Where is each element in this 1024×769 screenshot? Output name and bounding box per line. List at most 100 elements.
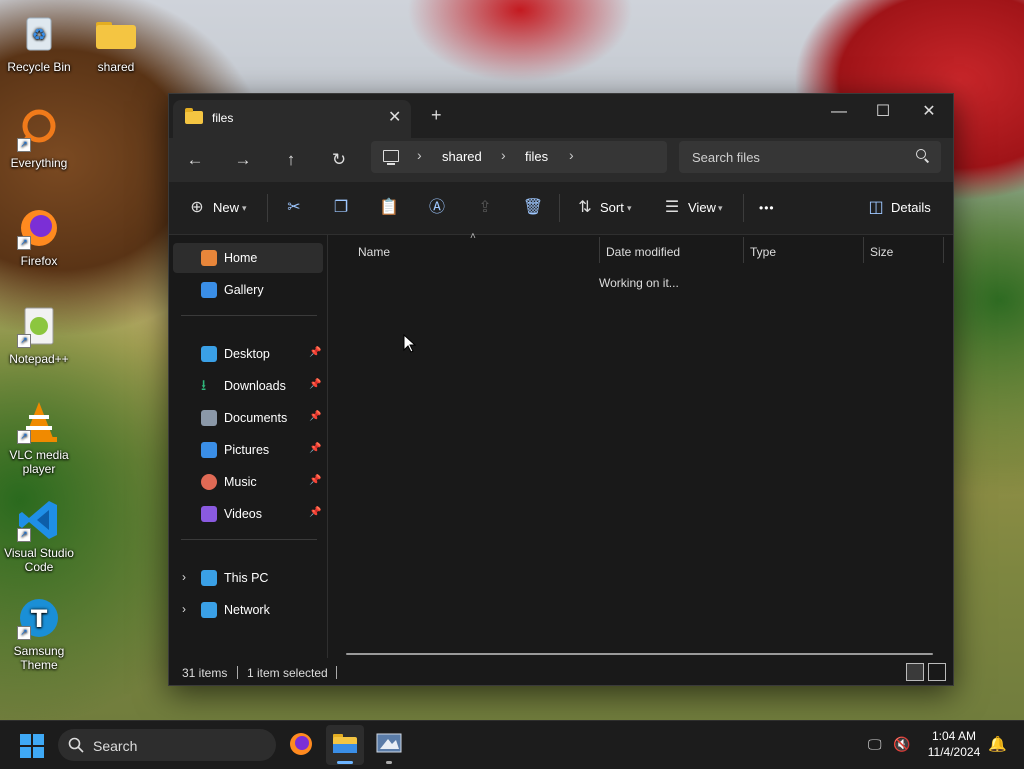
desktop-icon-shared[interactable]: shared	[78, 12, 154, 74]
back-button[interactable]: ←	[181, 146, 209, 174]
tab-close-button[interactable]: ✕	[388, 107, 401, 127]
pin-icon[interactable]: 📌	[309, 379, 321, 390]
sidebar-item-videos[interactable]: Videos 📌	[173, 499, 323, 529]
desktop-icon-everything[interactable]: ↗ Everything	[1, 108, 77, 170]
paste-icon[interactable]: 📋	[377, 196, 401, 220]
column-header-name[interactable]: Name	[358, 241, 390, 263]
clock-date: 11/4/2024	[927, 745, 981, 759]
desktop-icon-notepadpp[interactable]: ↗ Notepad++	[1, 304, 77, 366]
sidebar-item-gallery[interactable]: Gallery	[173, 275, 323, 305]
details-pane-icon: ◫	[868, 199, 884, 216]
pin-icon[interactable]: 📌	[309, 347, 321, 358]
more-options-button[interactable]: •••	[759, 196, 775, 220]
delete-icon[interactable]: 🗑	[521, 196, 545, 220]
sidebar-item-desktop[interactable]: Desktop 📌	[173, 339, 323, 369]
chevron-right-icon[interactable]: ›	[182, 570, 186, 584]
cut-icon[interactable]: ✂	[282, 196, 306, 220]
sidebar-item-label: Network	[224, 603, 270, 617]
column-header-type[interactable]: Type	[750, 241, 776, 263]
pin-icon[interactable]: 📌	[309, 507, 321, 518]
rename-icon[interactable]: Ⓐ	[425, 196, 449, 220]
column-divider[interactable]	[863, 237, 864, 263]
taskbar-firefox-icon[interactable]	[288, 731, 314, 757]
desktop-icon-samsung-theme[interactable]: T ↗ Samsung Theme	[1, 596, 77, 672]
file-list[interactable]: ˄ Name Date modified Type Size Working o…	[328, 231, 953, 658]
pictures-icon	[201, 442, 217, 458]
details-view-icon[interactable]	[906, 663, 924, 681]
desktop-icon-vlc[interactable]: ↗ VLC media player	[1, 400, 77, 476]
new-plus-icon: ⊕	[190, 199, 204, 216]
up-button[interactable]: ↑	[277, 146, 305, 174]
sidebar-item-this-pc[interactable]: › This PC	[173, 563, 323, 593]
volume-muted-icon[interactable]: 🔇	[893, 736, 910, 753]
view-button[interactable]: View	[688, 196, 716, 220]
firefox-icon: ↗	[17, 206, 61, 250]
horizontal-scrollbar[interactable]	[346, 653, 933, 655]
breadcrumb-files[interactable]: files	[525, 149, 548, 164]
sidebar-item-home[interactable]: Home	[173, 243, 323, 273]
pin-icon[interactable]: 📌	[309, 443, 321, 454]
chevron-right-icon[interactable]: ›	[417, 147, 422, 163]
column-header-size[interactable]: Size	[870, 241, 893, 263]
taskbar-app-icon[interactable]	[376, 731, 402, 764]
home-icon	[201, 250, 217, 266]
minimize-button[interactable]: —	[816, 98, 862, 126]
chevron-right-icon[interactable]: ›	[569, 147, 574, 163]
sidebar-item-pictures[interactable]: Pictures 📌	[173, 435, 323, 465]
clock-time: 1:04 AM	[931, 729, 977, 743]
forward-button[interactable]: →	[229, 146, 257, 174]
new-tab-button[interactable]: +	[431, 105, 442, 126]
sidebar-item-music[interactable]: Music 📌	[173, 467, 323, 497]
music-icon	[201, 474, 217, 490]
chevron-right-icon[interactable]: ›	[501, 147, 506, 163]
taskbar-search-box[interactable]: Search	[58, 729, 276, 761]
desktop-icon-label: Notepad++	[9, 352, 69, 366]
sidebar-item-downloads[interactable]: ⭳ Downloads 📌	[173, 371, 323, 401]
tiles-view-icon[interactable]	[928, 663, 946, 681]
file-explorer-window: files ✕ + — ☐ ✕ ← → ↑ ↻ › shared › files…	[168, 93, 954, 686]
breadcrumb-shared[interactable]: shared	[442, 149, 482, 164]
vscode-icon: ↗	[17, 498, 61, 542]
sidebar-item-network[interactable]: › Network	[173, 595, 323, 625]
desktop-icon-firefox[interactable]: ↗ Firefox	[1, 206, 77, 268]
sidebar-item-label: Desktop	[224, 347, 270, 361]
column-header-date-modified[interactable]: Date modified	[606, 241, 680, 263]
sort-button[interactable]: Sort	[600, 196, 624, 220]
close-window-button[interactable]: ✕	[906, 98, 952, 126]
status-divider	[237, 666, 238, 679]
clock[interactable]: 1:04 AM 11/4/2024	[922, 729, 986, 759]
desktop-icon-recycle-bin[interactable]: ♻ Recycle Bin	[1, 12, 77, 74]
desktop-icon-label: Visual Studio Code	[4, 546, 74, 574]
taskbar-search-label: Search	[93, 738, 138, 754]
sidebar-item-label: Videos	[224, 507, 262, 521]
status-bar: 31 items 1 item selected	[169, 658, 953, 685]
running-app-indicator	[386, 761, 392, 764]
pin-icon[interactable]: 📌	[309, 475, 321, 486]
maximize-button[interactable]: ☐	[860, 98, 906, 126]
column-divider[interactable]	[599, 237, 600, 263]
shortcut-arrow-icon: ↗	[17, 138, 31, 152]
toolbar-divider	[559, 194, 560, 222]
start-windows-icon[interactable]	[20, 734, 44, 758]
desktop-icon-vscode[interactable]: ↗ Visual Studio Code	[1, 498, 77, 574]
address-bar[interactable]: › shared › files ›	[371, 141, 667, 173]
notification-bell-icon[interactable]: 🔔	[988, 735, 1007, 753]
pin-icon[interactable]: 📌	[309, 411, 321, 422]
view-icon: ☰	[664, 199, 680, 216]
copy-icon[interactable]: ❐	[329, 196, 353, 220]
chevron-right-icon[interactable]: ›	[182, 602, 186, 616]
column-divider[interactable]	[743, 237, 744, 263]
shortcut-arrow-icon: ↗	[17, 334, 31, 348]
search-box[interactable]: Search files	[679, 141, 941, 173]
taskbar-file-explorer-icon[interactable]	[326, 725, 364, 765]
new-button[interactable]: New	[213, 196, 239, 220]
recycle-bin-icon: ♻	[17, 12, 61, 56]
column-divider[interactable]	[943, 237, 944, 263]
sidebar-item-documents[interactable]: Documents 📌	[173, 403, 323, 433]
share-icon[interactable]: ⇪	[473, 196, 497, 220]
network-tray-icon[interactable]: 🖵	[868, 736, 882, 753]
details-button[interactable]: Details	[891, 196, 931, 220]
tab-files[interactable]: files ✕	[173, 100, 411, 138]
refresh-button[interactable]: ↻	[325, 146, 353, 174]
everything-icon: ↗	[17, 108, 61, 152]
